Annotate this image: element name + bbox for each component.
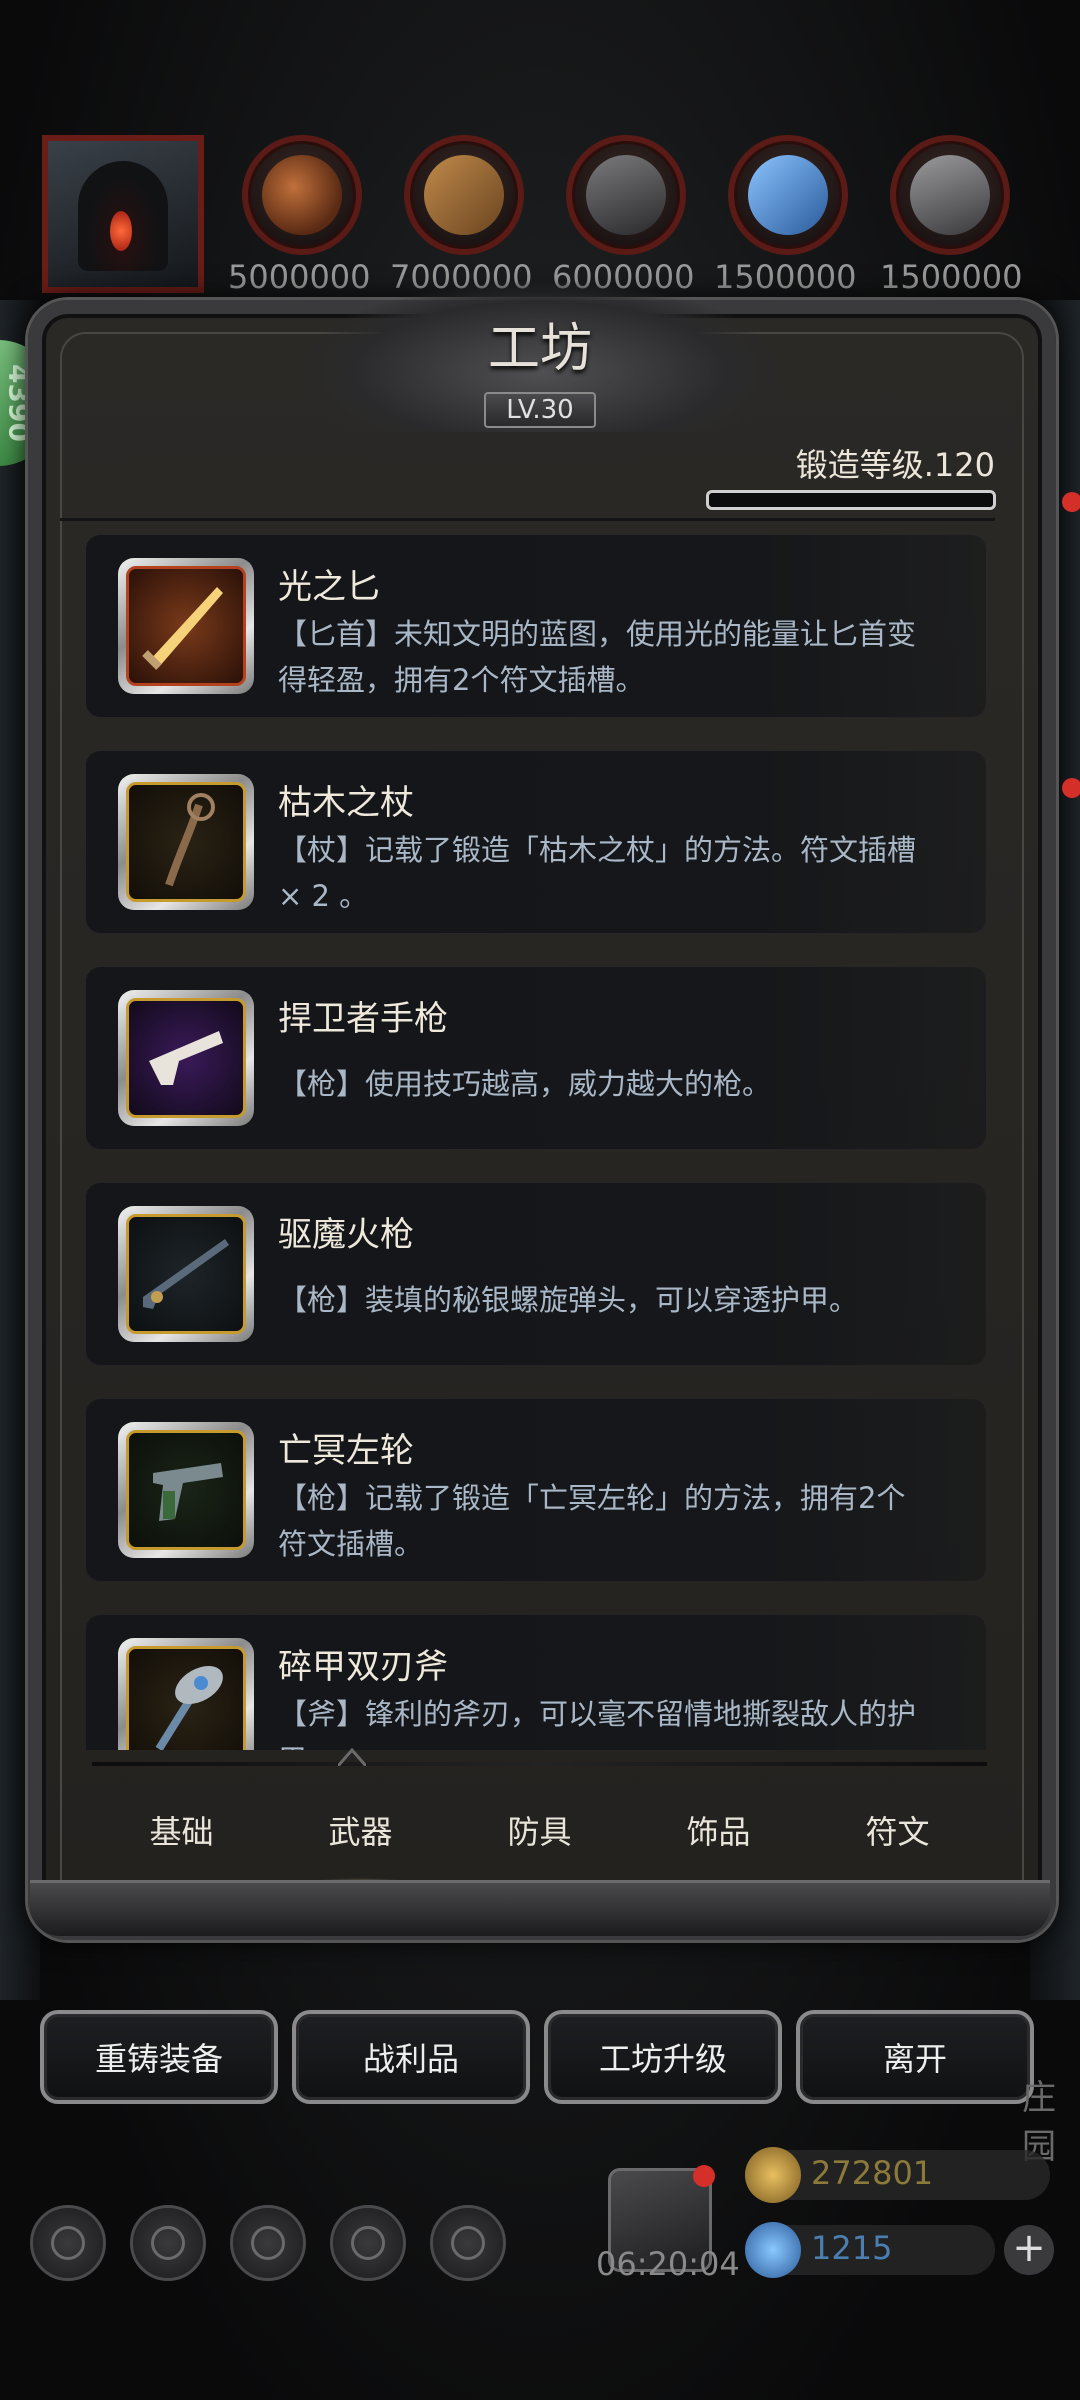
iron-icon [586, 155, 666, 235]
gem-icon [745, 2222, 801, 2278]
item-icon-frame [118, 1206, 254, 1342]
gift-timer: 06:20:04 [596, 2245, 740, 2283]
list-item[interactable]: 驱魔火枪 【枪】装填的秘银螺旋弹头，可以穿透护甲。 [86, 1183, 986, 1365]
panel-divider [60, 518, 995, 521]
list-item[interactable]: 枯木之杖 【杖】记载了锻造「枯木之杖」的方法。符文插槽× 2 。 [86, 751, 986, 933]
steel-amount: 1500000 [880, 258, 1023, 296]
forge-level-progress-bar [706, 490, 996, 510]
guild-icon[interactable] [430, 2205, 506, 2281]
mail-icon[interactable] [330, 2205, 406, 2281]
tab-runes[interactable]: 符文 [808, 1782, 987, 1892]
tab-basic[interactable]: 基础 [92, 1782, 271, 1892]
item-description: 【斧】锋利的斧刃，可以毫不留情地撕裂敌人的护甲。 [278, 1697, 917, 1750]
list-item[interactable]: 亡冥左轮 【枪】记载了锻造「亡冥左轮」的方法，拥有2个符文插槽。 [86, 1399, 986, 1581]
settings-icon[interactable] [30, 2205, 106, 2281]
item-icon-frame [118, 774, 254, 910]
item-description: 【枪】使用技巧越高，威力越大的枪。 [278, 1067, 772, 1101]
item-name: 碎甲双刃斧 [278, 1647, 448, 1687]
notification-dot [1062, 492, 1080, 512]
item-description: 【匕首】未知文明的蓝图，使用光的能量让匕首变得轻盈，拥有2个符文插槽。 [278, 617, 917, 697]
ore-resource-slot[interactable] [242, 135, 362, 255]
notification-dot [693, 2165, 715, 2187]
envelope-glyph [351, 2226, 385, 2260]
musket-icon [126, 1214, 246, 1334]
item-name: 光之匕 [278, 567, 380, 607]
star-glyph [151, 2226, 185, 2260]
crystal-resource-slot[interactable] [728, 135, 848, 255]
notification-dot [1062, 778, 1080, 798]
panel-title: 工坊 [487, 319, 592, 379]
revolver-icon [126, 1430, 246, 1550]
list-item[interactable]: 碎甲双刃斧 【斧】锋利的斧刃，可以毫不留情地撕裂敌人的护甲。 [86, 1615, 986, 1750]
item-name: 枯木之杖 [278, 783, 414, 823]
item-description: 【枪】记载了锻造「亡冥左轮」的方法，拥有2个符文插槽。 [278, 1481, 906, 1561]
staff-icon [126, 782, 246, 902]
bottom-nav [30, 2205, 530, 2285]
item-name: 亡冥左轮 [278, 1431, 414, 1471]
tab-divider [92, 1762, 987, 1766]
steel-icon [910, 155, 990, 235]
axe-icon [126, 1646, 246, 1750]
item-icon-frame [118, 1422, 254, 1558]
dagger-icon [126, 566, 246, 686]
add-gems-button[interactable]: + [1004, 2225, 1054, 2275]
panel-bottom-ornament [30, 1880, 1050, 1936]
gold-currency: 272801 [745, 2147, 1050, 2203]
reforge-equipment-button[interactable]: 重铸装备 [40, 2010, 278, 2104]
pistol-icon [126, 998, 246, 1118]
tab-accessories[interactable]: 饰品 [629, 1782, 808, 1892]
tab-indicator-arrow-icon [338, 1748, 366, 1766]
item-description: 【杖】记载了锻造「枯木之杖」的方法。符文插槽× 2 。 [278, 833, 917, 913]
workshop-level-badge: LV.30 [484, 392, 596, 428]
action-buttons: 重铸装备 战利品 工坊升级 离开 [40, 2010, 1040, 2104]
gem-amount: 1215 [811, 2229, 893, 2267]
tab-armor[interactable]: 防具 [450, 1782, 629, 1892]
steel-resource-slot[interactable] [890, 135, 1010, 255]
crystal-icon [748, 155, 828, 235]
item-name: 驱魔火枪 [278, 1215, 414, 1255]
flame-icon [110, 211, 132, 251]
gold-coin-icon [745, 2147, 801, 2203]
hero-portrait[interactable] [42, 135, 204, 293]
loot-button[interactable]: 战利品 [292, 2010, 530, 2104]
item-icon-frame [118, 990, 254, 1126]
forge-level-label: 锻造等级.120 [795, 446, 995, 484]
leave-button[interactable]: 离开 [796, 2010, 1034, 2104]
iron-resource-slot[interactable] [566, 135, 686, 255]
gold-amount: 272801 [811, 2154, 934, 2192]
tab-weapons[interactable]: 武器 [271, 1782, 450, 1892]
achievement-icon[interactable] [130, 2205, 206, 2281]
tower-glyph [251, 2226, 285, 2260]
category-tabs: 基础 武器 防具 饰品 符文 [92, 1782, 987, 1892]
wood-icon [424, 155, 504, 235]
wood-resource-slot[interactable] [404, 135, 524, 255]
list-item[interactable]: 光之匕 【匕首】未知文明的蓝图，使用光的能量让匕首变得轻盈，拥有2个符文插槽。 [86, 535, 986, 717]
item-icon-frame [118, 1638, 254, 1750]
workshop-upgrade-button[interactable]: 工坊升级 [544, 2010, 782, 2104]
shield-glyph [451, 2226, 485, 2260]
ore-icon [262, 155, 342, 235]
gear-glyph [51, 2226, 85, 2260]
gem-currency: 1215 [745, 2222, 995, 2278]
blueprint-list[interactable]: 光之匕 【匕首】未知文明的蓝图，使用光的能量让匕首变得轻盈，拥有2个符文插槽。 … [86, 535, 986, 1750]
item-description: 【枪】装填的秘银螺旋弹头，可以穿透护甲。 [278, 1283, 859, 1317]
item-icon-frame [118, 558, 254, 694]
item-name: 捍卫者手枪 [278, 999, 448, 1039]
list-item[interactable]: 捍卫者手枪 【枪】使用技巧越高，威力越大的枪。 [86, 967, 986, 1149]
castle-icon[interactable] [230, 2205, 306, 2281]
